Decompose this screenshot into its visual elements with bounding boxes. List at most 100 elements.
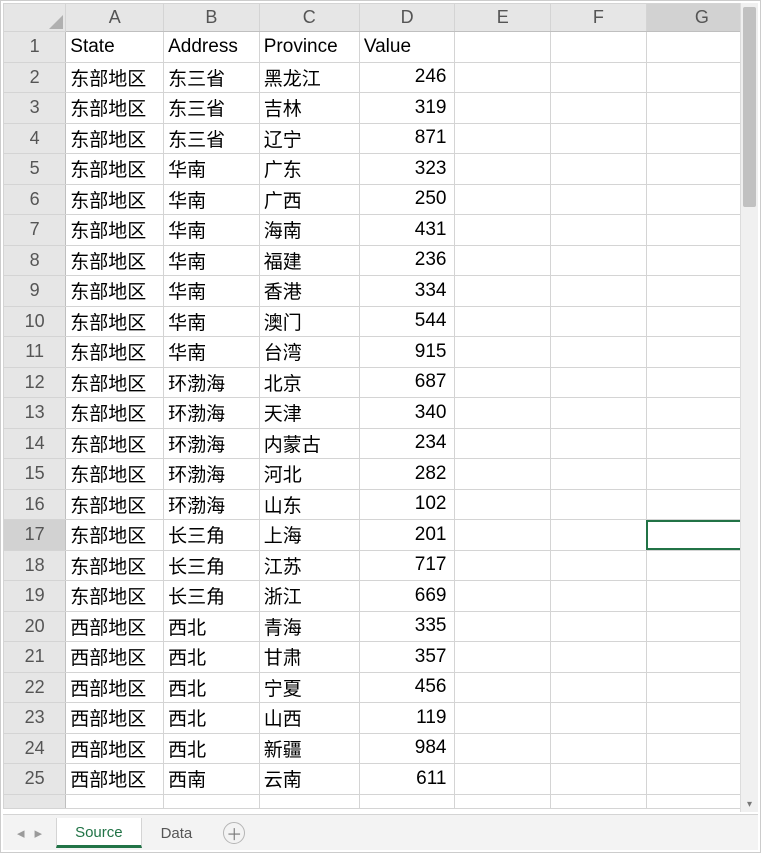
- cell-F9[interactable]: [551, 276, 647, 307]
- cell-D6[interactable]: 250: [359, 184, 455, 215]
- column-header-E[interactable]: E: [455, 4, 551, 32]
- cell-F7[interactable]: [551, 215, 647, 246]
- cell-D17[interactable]: 201: [359, 520, 455, 551]
- cell-B1[interactable]: Address: [164, 32, 260, 63]
- cell-C5[interactable]: 广东: [259, 154, 359, 185]
- cell-D1[interactable]: Value: [359, 32, 455, 63]
- cell-B2[interactable]: 东三省: [164, 62, 260, 93]
- row-header-2[interactable]: 2: [4, 62, 66, 93]
- cell-D16[interactable]: 102: [359, 489, 455, 520]
- cell-F23[interactable]: [551, 703, 647, 734]
- cell-D18[interactable]: 717: [359, 550, 455, 581]
- row-header-17[interactable]: 17: [4, 520, 66, 551]
- row-header-3[interactable]: 3: [4, 93, 66, 124]
- cell-A23[interactable]: 西部地区: [66, 703, 164, 734]
- cell-F16[interactable]: [551, 489, 647, 520]
- cell-E9[interactable]: [455, 276, 551, 307]
- cell-A5[interactable]: 东部地区: [66, 154, 164, 185]
- scroll-down-arrow-icon[interactable]: ▾: [741, 796, 758, 812]
- cell-A7[interactable]: 东部地区: [66, 215, 164, 246]
- cell-D3[interactable]: 319: [359, 93, 455, 124]
- cell-C11[interactable]: 台湾: [259, 337, 359, 368]
- cell-C20[interactable]: 青海: [259, 611, 359, 642]
- row-header-4[interactable]: 4: [4, 123, 66, 154]
- cell-D12[interactable]: 687: [359, 367, 455, 398]
- cell-A20[interactable]: 西部地区: [66, 611, 164, 642]
- cell-C14[interactable]: 内蒙古: [259, 428, 359, 459]
- cell-C16[interactable]: 山东: [259, 489, 359, 520]
- cell-E15[interactable]: [455, 459, 551, 490]
- cell-D2[interactable]: 246: [359, 62, 455, 93]
- cell-E18[interactable]: [455, 550, 551, 581]
- row-header-25[interactable]: 25: [4, 764, 66, 795]
- cell-B6[interactable]: 华南: [164, 184, 260, 215]
- vertical-scrollbar[interactable]: ▴ ▾: [740, 3, 758, 812]
- cell-C21[interactable]: 甘肃: [259, 642, 359, 673]
- column-header-D[interactable]: D: [359, 4, 455, 32]
- row-header-24[interactable]: 24: [4, 733, 66, 764]
- cell-D19[interactable]: 669: [359, 581, 455, 612]
- cell-A1[interactable]: State: [66, 32, 164, 63]
- cell-C4[interactable]: 辽宁: [259, 123, 359, 154]
- cell-C10[interactable]: 澳门: [259, 306, 359, 337]
- cell-F15[interactable]: [551, 459, 647, 490]
- cell-C9[interactable]: 香港: [259, 276, 359, 307]
- cell-C19[interactable]: 浙江: [259, 581, 359, 612]
- cell-E22[interactable]: [455, 672, 551, 703]
- cell-D7[interactable]: 431: [359, 215, 455, 246]
- cell-D4[interactable]: 871: [359, 123, 455, 154]
- cell-C25[interactable]: 云南: [259, 764, 359, 795]
- tab-next-icon[interactable]: ▸: [35, 824, 43, 842]
- cell-B7[interactable]: 华南: [164, 215, 260, 246]
- add-sheet-button[interactable]: ＋: [223, 822, 245, 844]
- cell-C8[interactable]: 福建: [259, 245, 359, 276]
- cell-D25[interactable]: 611: [359, 764, 455, 795]
- cell-A4[interactable]: 东部地区: [66, 123, 164, 154]
- cell-F5[interactable]: [551, 154, 647, 185]
- cell-D9[interactable]: 334: [359, 276, 455, 307]
- cell-D23[interactable]: 119: [359, 703, 455, 734]
- cell-B19[interactable]: 长三角: [164, 581, 260, 612]
- row-header-1[interactable]: 1: [4, 32, 66, 63]
- row-header-16[interactable]: 16: [4, 489, 66, 520]
- cell-B4[interactable]: 东三省: [164, 123, 260, 154]
- cell-B18[interactable]: 长三角: [164, 550, 260, 581]
- column-header-F[interactable]: F: [551, 4, 647, 32]
- cell-B14[interactable]: 环渤海: [164, 428, 260, 459]
- cell-D8[interactable]: 236: [359, 245, 455, 276]
- tab-prev-icon[interactable]: ◂: [17, 824, 25, 842]
- cell-A17[interactable]: 东部地区: [66, 520, 164, 551]
- row-header-15[interactable]: 15: [4, 459, 66, 490]
- cell-E4[interactable]: [455, 123, 551, 154]
- cell-C13[interactable]: 天津: [259, 398, 359, 429]
- cell-D24[interactable]: 984: [359, 733, 455, 764]
- cell-D10[interactable]: 544: [359, 306, 455, 337]
- cell-C22[interactable]: 宁夏: [259, 672, 359, 703]
- cell-D21[interactable]: 357: [359, 642, 455, 673]
- cell-A22[interactable]: 西部地区: [66, 672, 164, 703]
- row-header-23[interactable]: 23: [4, 703, 66, 734]
- cell-A24[interactable]: 西部地区: [66, 733, 164, 764]
- cell-D14[interactable]: 234: [359, 428, 455, 459]
- cell-E13[interactable]: [455, 398, 551, 429]
- cell-E7[interactable]: [455, 215, 551, 246]
- cell-E16[interactable]: [455, 489, 551, 520]
- cell-E1[interactable]: [455, 32, 551, 63]
- cell-A19[interactable]: 东部地区: [66, 581, 164, 612]
- cell-E2[interactable]: [455, 62, 551, 93]
- cell-A9[interactable]: 东部地区: [66, 276, 164, 307]
- cell-E12[interactable]: [455, 367, 551, 398]
- cell-C1[interactable]: Province: [259, 32, 359, 63]
- cell-E6[interactable]: [455, 184, 551, 215]
- cell-C12[interactable]: 北京: [259, 367, 359, 398]
- cell-B5[interactable]: 华南: [164, 154, 260, 185]
- cell-A14[interactable]: 东部地区: [66, 428, 164, 459]
- row-header-5[interactable]: 5: [4, 154, 66, 185]
- cell-B23[interactable]: 西北: [164, 703, 260, 734]
- cell-C2[interactable]: 黑龙江: [259, 62, 359, 93]
- cell-E20[interactable]: [455, 611, 551, 642]
- cell-D20[interactable]: 335: [359, 611, 455, 642]
- row-header-19[interactable]: 19: [4, 581, 66, 612]
- cell-F14[interactable]: [551, 428, 647, 459]
- cell-C6[interactable]: 广西: [259, 184, 359, 215]
